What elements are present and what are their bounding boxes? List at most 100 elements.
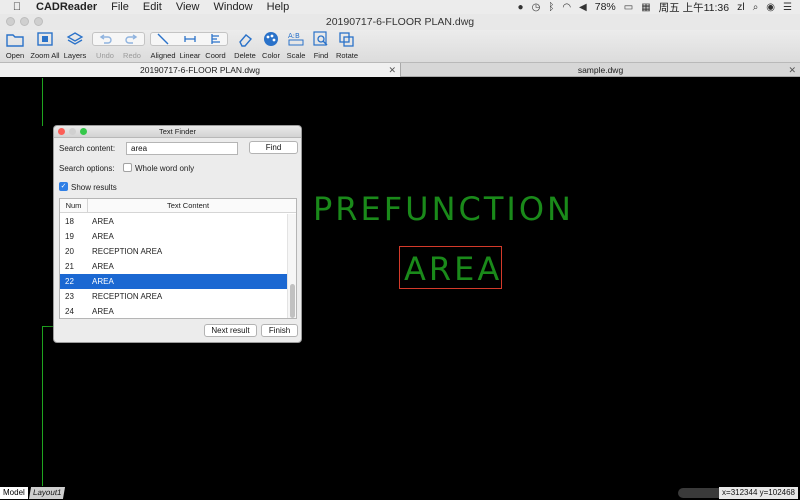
palette-icon: [259, 31, 283, 51]
whole-word-label[interactable]: Whole word only: [135, 164, 194, 173]
dialog-zoom-button[interactable]: [80, 128, 87, 135]
delete-button[interactable]: Delete: [233, 31, 257, 60]
menu-window[interactable]: Window: [214, 1, 253, 13]
results-table: Num Text Content 18 AREA 19 AREA 20 RECEPTION…: [59, 198, 297, 319]
row-num: 23: [65, 292, 74, 301]
table-row[interactable]: 18 AREA: [60, 214, 290, 229]
notification-center-icon[interactable]: ☰: [783, 2, 792, 13]
user-name[interactable]: zl: [737, 1, 745, 13]
close-tab-icon[interactable]: ✕: [388, 63, 396, 77]
undo-button[interactable]: Undo: [92, 31, 118, 60]
zoom-all-label: Zoom All: [30, 51, 60, 60]
next-result-button[interactable]: Next result: [204, 324, 257, 337]
find-text-icon: [310, 31, 332, 51]
cad-wall-line: [42, 326, 43, 486]
table-row[interactable]: 21 AREA: [60, 259, 290, 274]
row-num: 22: [65, 277, 74, 286]
dialog-close-button[interactable]: [58, 128, 65, 135]
close-tab-icon[interactable]: ✕: [788, 63, 796, 77]
delete-label: Delete: [234, 51, 256, 60]
aligned-dimension-icon: [150, 31, 176, 51]
zoom-all-button[interactable]: Zoom All: [29, 31, 61, 60]
menu-file[interactable]: File: [111, 1, 129, 13]
layers-icon: [63, 31, 87, 51]
table-row[interactable]: 19 AREA: [60, 229, 290, 244]
volume-icon[interactable]: ◀: [579, 2, 587, 13]
siri-icon[interactable]: ◉: [766, 2, 775, 13]
row-num: 18: [65, 217, 74, 226]
whole-word-checkbox[interactable]: [123, 163, 132, 172]
row-text-content: AREA: [92, 232, 114, 241]
color-button[interactable]: Color: [259, 31, 283, 60]
dialog-title-bar: Text Finder: [54, 126, 301, 138]
battery-icon[interactable]: ▭: [624, 2, 633, 13]
coordinate-icon: [203, 31, 228, 51]
row-num: 21: [65, 262, 74, 271]
redo-label: Redo: [123, 51, 141, 60]
table-row[interactable]: 23 RECEPTION AREA: [60, 289, 290, 304]
battery-percent[interactable]: 78%: [595, 1, 616, 13]
coord-label: Coord: [205, 51, 226, 60]
column-header-num[interactable]: Num: [60, 199, 88, 213]
show-results-label[interactable]: Show results: [71, 183, 117, 192]
clock[interactable]: 周五 上午11:36: [659, 0, 729, 15]
rotate-button[interactable]: Rotate: [335, 31, 359, 60]
row-num: 19: [65, 232, 74, 241]
search-input[interactable]: area: [126, 142, 238, 155]
results-scroll-thumb[interactable]: [290, 284, 295, 318]
coordinate-readout: x=312344 y=102468: [719, 487, 798, 499]
qq-icon[interactable]: ●: [518, 2, 524, 13]
find-dialog-button[interactable]: Find: [249, 141, 298, 154]
window-title-bar: 20190717-6-FLOOR PLAN.dwg: [0, 14, 800, 30]
zoom-window-button[interactable]: [34, 17, 43, 26]
row-text-content: AREA: [92, 307, 114, 316]
open-button[interactable]: Open: [3, 31, 27, 60]
linear-label: Linear: [179, 51, 201, 60]
tab-sample[interactable]: sample.dwg ✕: [401, 63, 800, 77]
wifi-icon[interactable]: ◠: [562, 2, 571, 13]
redo-button[interactable]: Redo: [119, 31, 145, 60]
table-row[interactable]: 24 AREA: [60, 304, 290, 318]
menu-view[interactable]: View: [176, 1, 200, 13]
column-header-text-content[interactable]: Text Content: [88, 199, 288, 213]
apple-menu-icon[interactable]: : [10, 1, 24, 13]
scale-button[interactable]: A:B Scale: [285, 31, 307, 60]
aligned-dimension-button[interactable]: Aligned: [150, 31, 176, 60]
status-bar: Model Layout1 x=312344 y=102468: [0, 486, 800, 500]
rotate-label: Rotate: [335, 51, 359, 60]
layers-button[interactable]: Layers: [63, 31, 87, 60]
find-button[interactable]: Find: [310, 31, 332, 60]
finish-button[interactable]: Finish: [261, 324, 298, 337]
scale-icon: A:B: [285, 31, 307, 51]
linear-dimension-button[interactable]: Linear: [177, 31, 203, 60]
close-window-button[interactable]: [6, 17, 15, 26]
tab-floor-plan[interactable]: 20190717-6-FLOOR PLAN.dwg ✕: [0, 63, 400, 77]
eraser-icon: [233, 31, 257, 51]
tab-layout1[interactable]: Layout1: [28, 487, 66, 499]
rotate-icon: [335, 31, 359, 51]
table-row[interactable]: 22 AREA: [60, 274, 290, 289]
coord-button[interactable]: Coord: [203, 31, 228, 60]
row-num: 24: [65, 307, 74, 316]
menu-help[interactable]: Help: [267, 1, 290, 13]
search-icon[interactable]: ⌕: [753, 2, 759, 13]
minimize-window-button[interactable]: [20, 17, 29, 26]
results-scrollbar[interactable]: [287, 214, 296, 318]
menu-edit[interactable]: Edit: [143, 1, 162, 13]
row-num: 20: [65, 247, 74, 256]
tab-model[interactable]: Model: [0, 487, 28, 499]
app-name-menu[interactable]: CADReader: [36, 1, 97, 13]
input-flag-icon[interactable]: ▦: [641, 2, 650, 13]
folder-icon: [3, 31, 27, 51]
status-area: ● ◷ ᛒ ◠ ◀ 78% ▭ ▦ 周五 上午11:36 zl ⌕ ◉ ☰: [518, 0, 800, 14]
dialog-minimize-button[interactable]: [69, 128, 76, 135]
row-text-content: RECEPTION AREA: [92, 292, 163, 301]
table-row[interactable]: 20 RECEPTION AREA: [60, 244, 290, 259]
time-machine-icon[interactable]: ◷: [532, 2, 541, 13]
show-results-checkbox[interactable]: ✓: [59, 182, 68, 191]
results-rows: 18 AREA 19 AREA 20 RECEPTION AREA 21 AREA 22 AREA…: [60, 214, 290, 318]
row-text-content: AREA: [92, 277, 114, 286]
drawing-text-prefunction[interactable]: PREFUNCTION: [313, 190, 574, 228]
bluetooth-icon[interactable]: ᛒ: [548, 2, 554, 13]
tab-sample-label: sample.dwg: [577, 65, 624, 75]
